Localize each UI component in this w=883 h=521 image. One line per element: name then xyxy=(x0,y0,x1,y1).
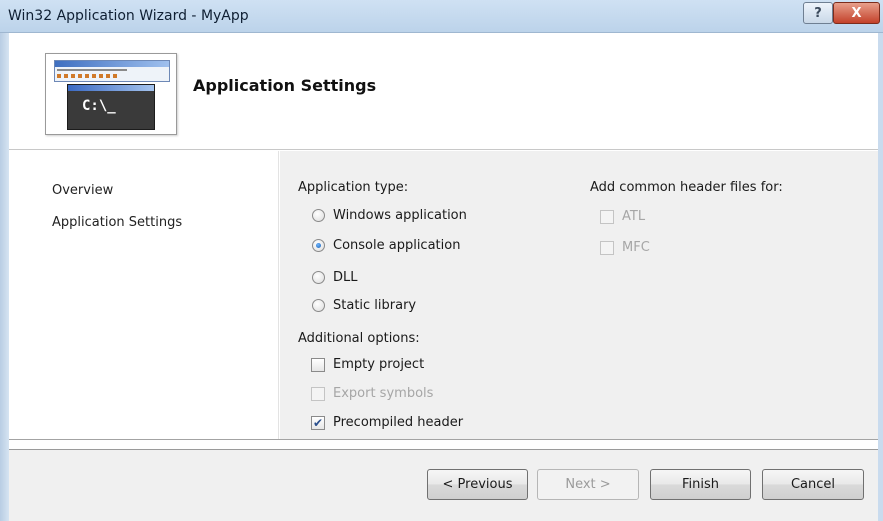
footer-separator xyxy=(9,439,878,441)
nav-item-overview[interactable]: Overview xyxy=(52,183,113,198)
atl-label: ATL xyxy=(622,209,646,224)
empty-project-label: Empty project xyxy=(333,357,425,372)
radio-console-application[interactable]: Console application xyxy=(312,238,460,253)
radio-button-icon[interactable] xyxy=(312,299,325,312)
windows-application-label: Windows application xyxy=(333,208,467,223)
checkbox-disabled-icon xyxy=(600,240,614,255)
wizard-nav-pane: Overview Application Settings xyxy=(9,151,279,439)
finish-button[interactable]: Finish xyxy=(650,469,751,500)
checkbox-mfc[interactable]: MFC xyxy=(600,240,650,255)
radio-button-icon[interactable] xyxy=(312,271,325,284)
console-application-icon: C:\_ xyxy=(45,53,177,135)
mini-window-icon xyxy=(54,60,170,82)
console-application-label: Console application xyxy=(333,238,461,253)
window-frame-right xyxy=(878,33,883,521)
close-button[interactable]: X xyxy=(833,2,880,24)
static-library-label: Static library xyxy=(333,298,417,313)
wizard-window: Win32 Application Wizard - MyApp ? X C:\… xyxy=(0,0,883,521)
checkbox-disabled-icon xyxy=(600,209,614,224)
help-button[interactable]: ? xyxy=(803,2,833,24)
mfc-label: MFC xyxy=(622,240,650,255)
radio-static-library[interactable]: Static library xyxy=(312,298,416,313)
window-frame-left xyxy=(0,33,9,521)
radio-windows-application[interactable]: Windows application xyxy=(312,208,467,223)
checkbox-export-symbols[interactable]: Export symbols xyxy=(311,386,433,401)
checkbox-checked-icon[interactable]: ✔ xyxy=(311,415,325,430)
radio-dll[interactable]: DLL xyxy=(312,270,358,285)
nav-item-application-settings[interactable]: Application Settings xyxy=(52,215,182,230)
next-button: Next > xyxy=(537,469,639,500)
console-window-icon: C:\_ xyxy=(67,84,155,130)
checkbox-atl[interactable]: ATL xyxy=(600,209,645,224)
console-prompt-text: C:\_ xyxy=(82,98,116,114)
page-title: Application Settings xyxy=(193,76,377,95)
wizard-header: C:\_ Application Settings xyxy=(9,33,878,150)
checkbox-disabled-icon xyxy=(311,386,325,401)
additional-options-label: Additional options: xyxy=(298,331,420,346)
window-title: Win32 Application Wizard - MyApp xyxy=(8,8,249,24)
checkbox-precompiled-header[interactable]: ✔ Precompiled header xyxy=(311,415,463,430)
close-icon: X xyxy=(851,5,862,21)
radio-button-selected-icon[interactable] xyxy=(312,239,325,252)
radio-button-icon[interactable] xyxy=(312,209,325,222)
precompiled-header-label: Precompiled header xyxy=(333,415,464,430)
previous-button[interactable]: < Previous xyxy=(427,469,528,500)
title-bar[interactable]: Win32 Application Wizard - MyApp ? X xyxy=(0,0,883,33)
checkbox-empty-project[interactable]: Empty project xyxy=(311,357,424,372)
help-icon: ? xyxy=(814,5,822,21)
settings-content: Application type: Windows application Co… xyxy=(280,151,878,439)
dll-label: DLL xyxy=(333,270,358,285)
checkbox-icon[interactable] xyxy=(311,357,325,372)
cancel-button[interactable]: Cancel xyxy=(762,469,864,500)
application-type-label: Application type: xyxy=(298,180,409,195)
common-headers-label: Add common header files for: xyxy=(590,180,783,195)
export-symbols-label: Export symbols xyxy=(333,386,434,401)
